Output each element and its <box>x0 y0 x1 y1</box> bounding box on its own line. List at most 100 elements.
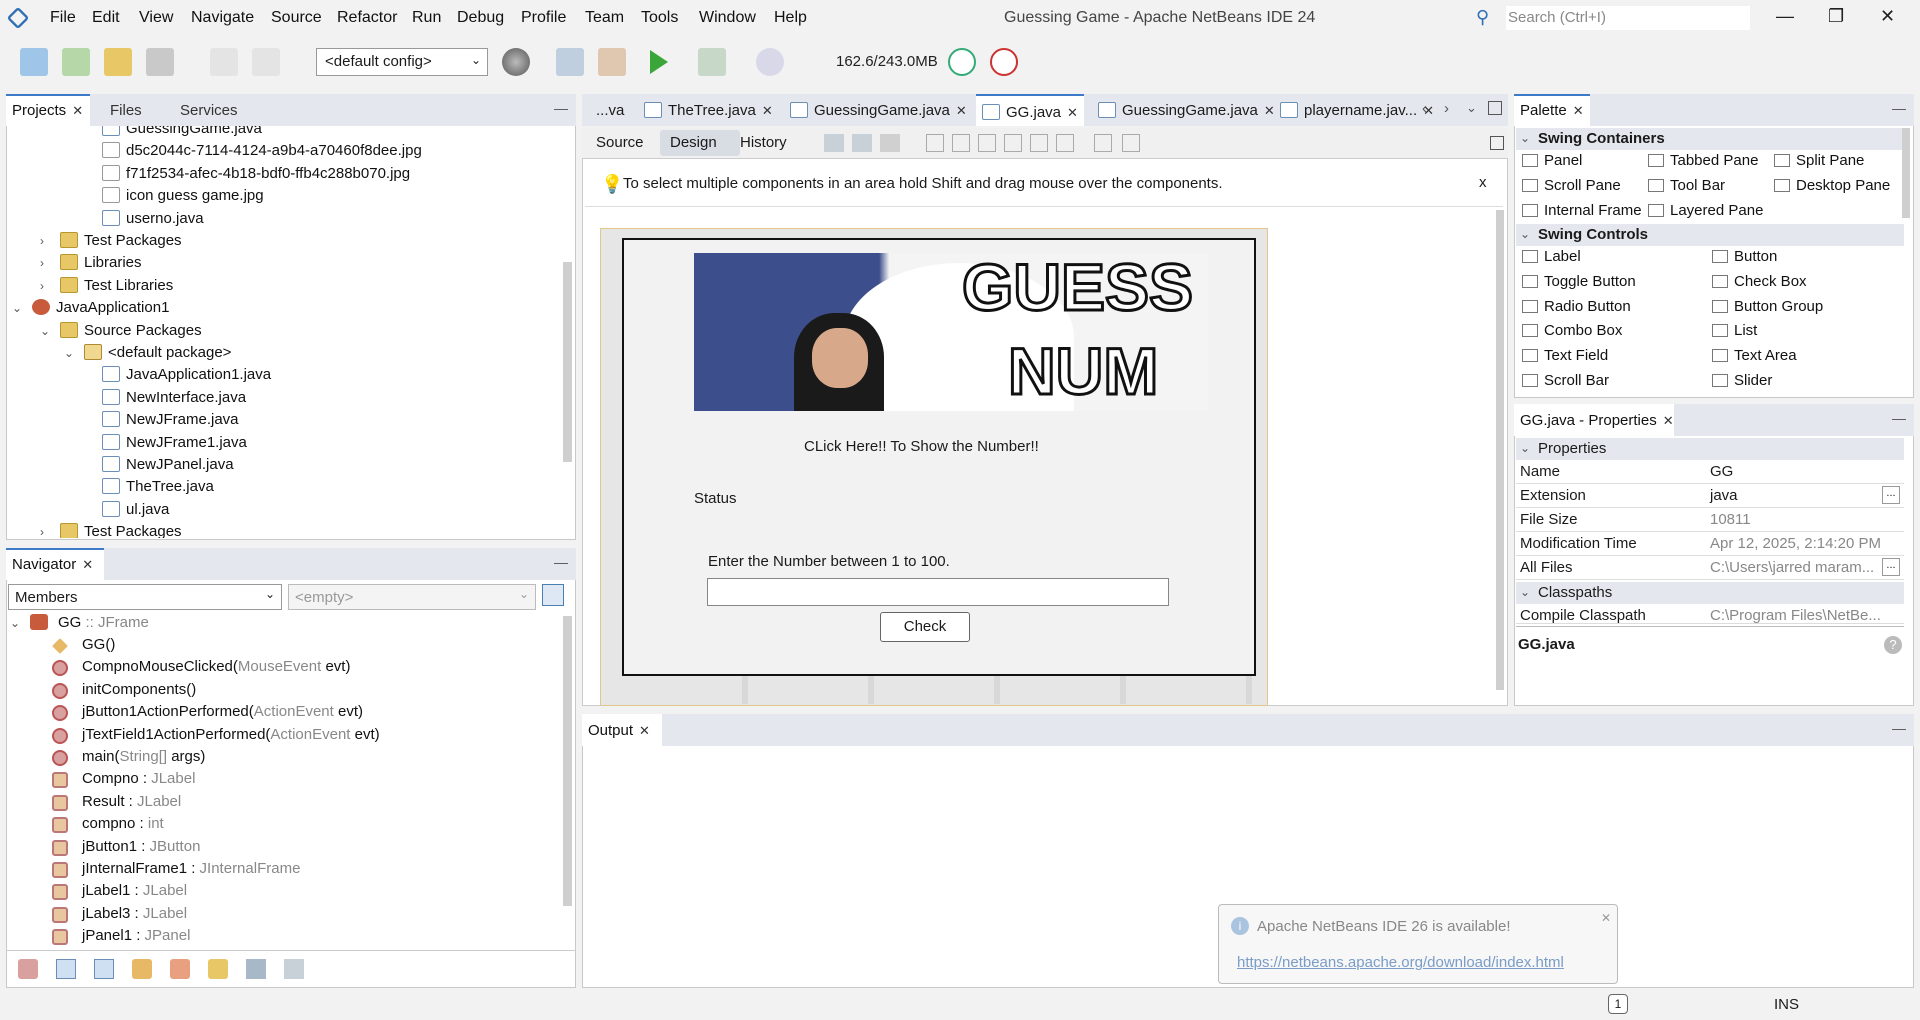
navigator-view-icon[interactable] <box>542 584 564 606</box>
navigator-member[interactable]: CompnoMouseClicked(MouseEvent evt) <box>82 658 350 675</box>
redo-icon[interactable] <box>252 48 280 76</box>
prop-row[interactable]: All Files C:\Users\jarred maram...... <box>1516 556 1904 580</box>
menu-window[interactable]: Window <box>699 9 756 27</box>
close-icon[interactable]: ✕ <box>762 103 773 118</box>
close-icon[interactable]: ✕ <box>1067 105 1078 120</box>
tree-item[interactable]: Source Packages <box>60 321 202 339</box>
show-number-label[interactable]: CLick Here!! To Show the Number!! <box>804 438 1039 455</box>
open-project-icon[interactable] <box>104 48 132 76</box>
tab-output[interactable]: Output ✕ <box>588 722 650 739</box>
minimize-icon[interactable]: — <box>1892 100 1906 116</box>
tree-item[interactable]: Test Packages <box>60 232 182 249</box>
check-button[interactable]: Check <box>880 612 970 642</box>
menu-source[interactable]: Source <box>271 9 322 27</box>
tab-projects[interactable]: Projects ✕ <box>12 102 83 119</box>
form-resize-strip[interactable] <box>622 676 1256 704</box>
maximize-window-icon[interactable]: ❐ <box>1828 6 1844 27</box>
resize-horizontal-icon[interactable] <box>1094 134 1112 152</box>
close-icon[interactable]: ✕ <box>956 103 967 118</box>
profiler-snapshot-icon[interactable] <box>990 48 1018 76</box>
sort-by-name-icon[interactable] <box>246 959 266 979</box>
minimize-window-icon[interactable]: — <box>1776 6 1794 27</box>
new-project-icon[interactable] <box>62 48 90 76</box>
new-file-icon[interactable] <box>20 48 48 76</box>
maximize-editor-icon[interactable] <box>1488 101 1502 115</box>
tree-item[interactable]: <default package> <box>84 344 231 361</box>
menu-edit[interactable]: Edit <box>92 9 120 27</box>
menu-refactor[interactable]: Refactor <box>337 9 397 27</box>
navigator-member[interactable]: main(String[] args) <box>82 748 205 765</box>
palette-item[interactable]: Split Pane <box>1774 152 1864 169</box>
tree-item[interactable]: Libraries <box>60 254 142 271</box>
navigator-member[interactable]: jButton1ActionPerformed(ActionEvent evt) <box>82 703 363 720</box>
menu-file[interactable]: File <box>50 9 76 27</box>
chevron-icon[interactable]: ⌄ <box>64 346 74 360</box>
scroll-tabs-left-icon[interactable]: ‹ <box>1422 100 1427 117</box>
palette-item[interactable]: Radio Button <box>1522 298 1631 315</box>
filter-lock-icon[interactable] <box>132 959 152 979</box>
tree-item[interactable]: NewJFrame.java <box>102 411 239 428</box>
align-right-icon[interactable] <box>952 134 970 152</box>
menu-debug[interactable]: Debug <box>457 9 504 27</box>
palette-item[interactable]: Label <box>1522 248 1581 265</box>
chevron-icon[interactable]: › <box>40 279 44 293</box>
tab-navigator[interactable]: Navigator ✕ <box>12 556 93 573</box>
chevron-icon[interactable]: ⌄ <box>12 301 22 315</box>
preview-design-icon[interactable] <box>880 134 900 152</box>
ellipsis-button[interactable]: ... <box>1882 558 1900 576</box>
minimize-icon[interactable]: — <box>1892 410 1906 426</box>
hint-close-button[interactable]: x <box>1479 174 1487 191</box>
undo-icon[interactable] <box>210 48 238 76</box>
navigator-member[interactable]: jLabel1 : JLabel <box>82 882 187 899</box>
run-icon[interactable] <box>650 50 668 74</box>
menu-profile[interactable]: Profile <box>521 9 566 27</box>
tree-item[interactable]: NewJFrame1.java <box>102 433 247 451</box>
navigator-member[interactable]: Result : JLabel <box>82 793 181 810</box>
filter-package-icon[interactable] <box>208 959 228 979</box>
center-vertical-icon[interactable] <box>1056 134 1074 152</box>
palette-item[interactable]: Toggle Button <box>1522 273 1636 290</box>
view-history-tab[interactable]: History <box>740 134 787 151</box>
tab-files[interactable]: Files <box>110 102 142 119</box>
editor-tab[interactable]: GuessingGame.java ✕ <box>784 94 973 126</box>
selection-mode-icon[interactable] <box>824 134 844 152</box>
classpaths-header[interactable]: Classpaths <box>1516 582 1904 604</box>
chevron-icon[interactable]: › <box>40 256 44 270</box>
navigator-member[interactable]: jInternalFrame1 : JInternalFrame <box>82 860 300 877</box>
align-top-icon[interactable] <box>1004 134 1022 152</box>
members-select[interactable]: Members ⌄ <box>8 584 282 610</box>
minimize-icon[interactable]: — <box>554 100 568 116</box>
tab-palette[interactable]: Palette ✕ <box>1520 102 1584 119</box>
navigator-member[interactable]: GG() <box>82 636 115 653</box>
properties-section-header[interactable]: Properties <box>1516 438 1904 460</box>
palette-item[interactable]: Tool Bar <box>1648 177 1725 194</box>
menu-team[interactable]: Team <box>585 9 624 27</box>
palette-item[interactable]: Layered Pane <box>1648 202 1763 219</box>
prop-row[interactable]: Name GG <box>1516 460 1904 484</box>
debug-icon[interactable] <box>698 48 726 76</box>
notification-count-badge[interactable]: 1 <box>1608 994 1628 1014</box>
close-icon[interactable]: ✕ <box>72 103 83 118</box>
tree-item[interactable]: Test Packages <box>60 523 182 538</box>
connection-mode-icon[interactable] <box>852 134 872 152</box>
guess-text-field[interactable] <box>707 578 1169 606</box>
editor-tab[interactable]: GG.java ✕ <box>976 94 1084 126</box>
tree-item[interactable]: d5c2044c-7114-4124-a9b4-a70460f8dee.jpg <box>102 142 422 159</box>
chevron-icon[interactable]: › <box>40 525 44 538</box>
memory-usage[interactable]: 162.6/243.0MB <box>836 53 938 70</box>
swing-containers-header[interactable]: Swing Containers <box>1516 128 1904 150</box>
build-icon[interactable] <box>556 48 584 76</box>
tab-services[interactable]: Services <box>180 102 238 119</box>
palette-item[interactable]: Check Box <box>1712 273 1807 290</box>
design-options-icon[interactable] <box>1490 136 1504 150</box>
prop-row[interactable]: Modification Time Apr 12, 2025, 2:14:20 P… <box>1516 532 1904 556</box>
tab-properties[interactable]: GG.java - Properties ✕ <box>1520 412 1674 429</box>
filter-nonpublic-icon[interactable] <box>56 959 76 979</box>
profile-icon[interactable] <box>756 48 784 76</box>
minimize-icon[interactable]: — <box>1892 720 1906 736</box>
editor-tab[interactable]: GuessingGame.java ✕ <box>1092 94 1281 126</box>
navigator-root[interactable]: GG :: JFrame <box>58 614 149 631</box>
chevron-down-icon[interactable]: ⌄ <box>10 616 20 630</box>
clean-build-icon[interactable] <box>598 48 626 76</box>
guess-banner-image[interactable]: GUESS NUM <box>694 253 1208 411</box>
